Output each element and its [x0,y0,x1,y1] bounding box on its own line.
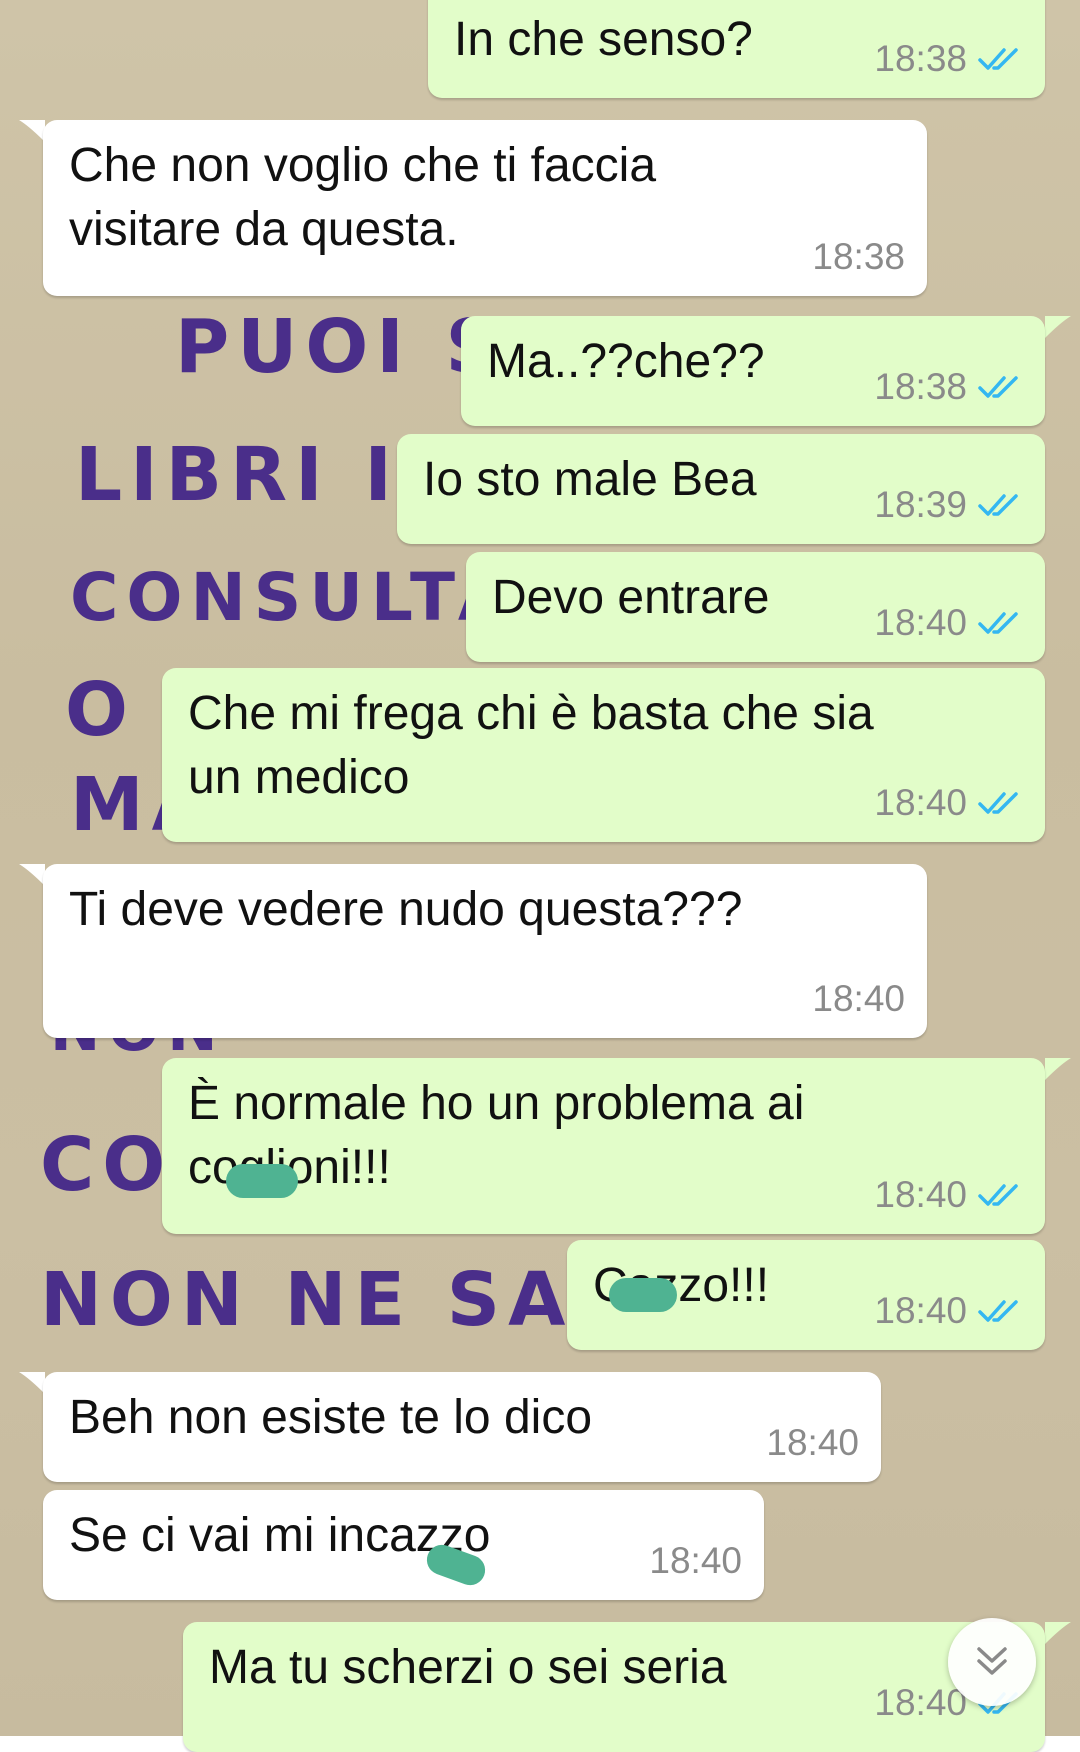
double-check-icon [978,48,1018,70]
censor-mark [226,1164,298,1198]
bubble-tail [19,1372,45,1394]
message-text: Ti deve vedere nudo questa??? [69,883,743,936]
message-meta: 18:40 [874,602,1023,644]
message-time: 18:38 [812,236,905,277]
message-time: 18:40 [874,1174,967,1215]
bubble-tail [1045,1058,1071,1080]
message-meta: 18:40 [874,1290,1023,1332]
wallpaper-line: NON NE SA [40,1257,573,1343]
bubble-tail [1045,1622,1071,1644]
message-time: 18:40 [874,782,967,823]
message-time: 18:40 [812,978,905,1019]
message-text: Beh non esiste te lo dico [69,1391,593,1444]
wallpaper-line: PUOI S [175,304,507,390]
double-check-icon [978,612,1018,634]
message-meta: 18:40 [874,1174,1023,1216]
message-outgoing[interactable]: Ma tu scherzi o sei seria 18:40 [183,1622,1045,1752]
scroll-to-bottom-button[interactable] [948,1618,1036,1706]
message-outgoing[interactable]: Ma..??che?? 18:38 [461,316,1045,426]
message-text: Che non voglio che ti faccia visitare da… [69,139,657,256]
wallpaper-line: CO [40,1122,173,1208]
message-incoming[interactable]: Se ci vai mi incazzo 18:40 [43,1490,764,1600]
message-outgoing[interactable]: Che mi frega chi è basta che sia un medi… [162,668,1045,842]
message-meta: 18:38 [874,366,1023,408]
message-outgoing[interactable]: In che senso? 18:38 [428,0,1045,98]
message-meta: 18:40 [812,978,905,1020]
double-check-icon [978,792,1018,814]
message-outgoing[interactable]: Devo entrare 18:40 [466,552,1045,662]
message-time: 18:40 [649,1540,742,1581]
bubble-tail [19,864,45,886]
message-meta: 18:38 [812,236,905,278]
message-time: 18:40 [874,1682,967,1723]
wallpaper-line: CONSULTA [70,559,517,636]
message-time: 18:40 [874,602,967,643]
message-meta: 18:40 [874,782,1023,824]
double-check-icon [978,376,1018,398]
message-time: 18:40 [874,1290,967,1331]
censor-mark [609,1278,677,1312]
message-meta: 18:39 [874,484,1023,526]
message-meta: 18:40 [766,1422,859,1464]
double-check-icon [978,1184,1018,1206]
message-incoming[interactable]: Ti deve vedere nudo questa??? 18:40 [43,864,927,1038]
message-time: 18:38 [874,366,967,407]
chevron-double-down-icon [977,1647,1007,1675]
message-incoming[interactable]: Beh non esiste te lo dico 18:40 [43,1372,881,1482]
message-time: 18:40 [766,1422,859,1463]
double-check-icon [978,494,1018,516]
message-time: 18:38 [874,38,967,79]
double-check-icon [978,1300,1018,1322]
wallpaper-line: O [65,667,136,753]
message-meta: 18:40 [649,1540,742,1582]
message-outgoing[interactable]: Io sto male Bea 18:39 [397,434,1045,544]
message-outgoing[interactable]: È normale ho un problema ai coglioni!!! … [162,1058,1045,1234]
message-meta: 18:38 [874,38,1023,80]
message-incoming[interactable]: Che non voglio che ti faccia visitare da… [43,120,927,296]
message-text: Se ci vai mi incazzo [69,1509,491,1562]
bubble-tail [19,120,45,142]
message-time: 18:39 [874,484,967,525]
bubble-tail [1045,316,1071,338]
